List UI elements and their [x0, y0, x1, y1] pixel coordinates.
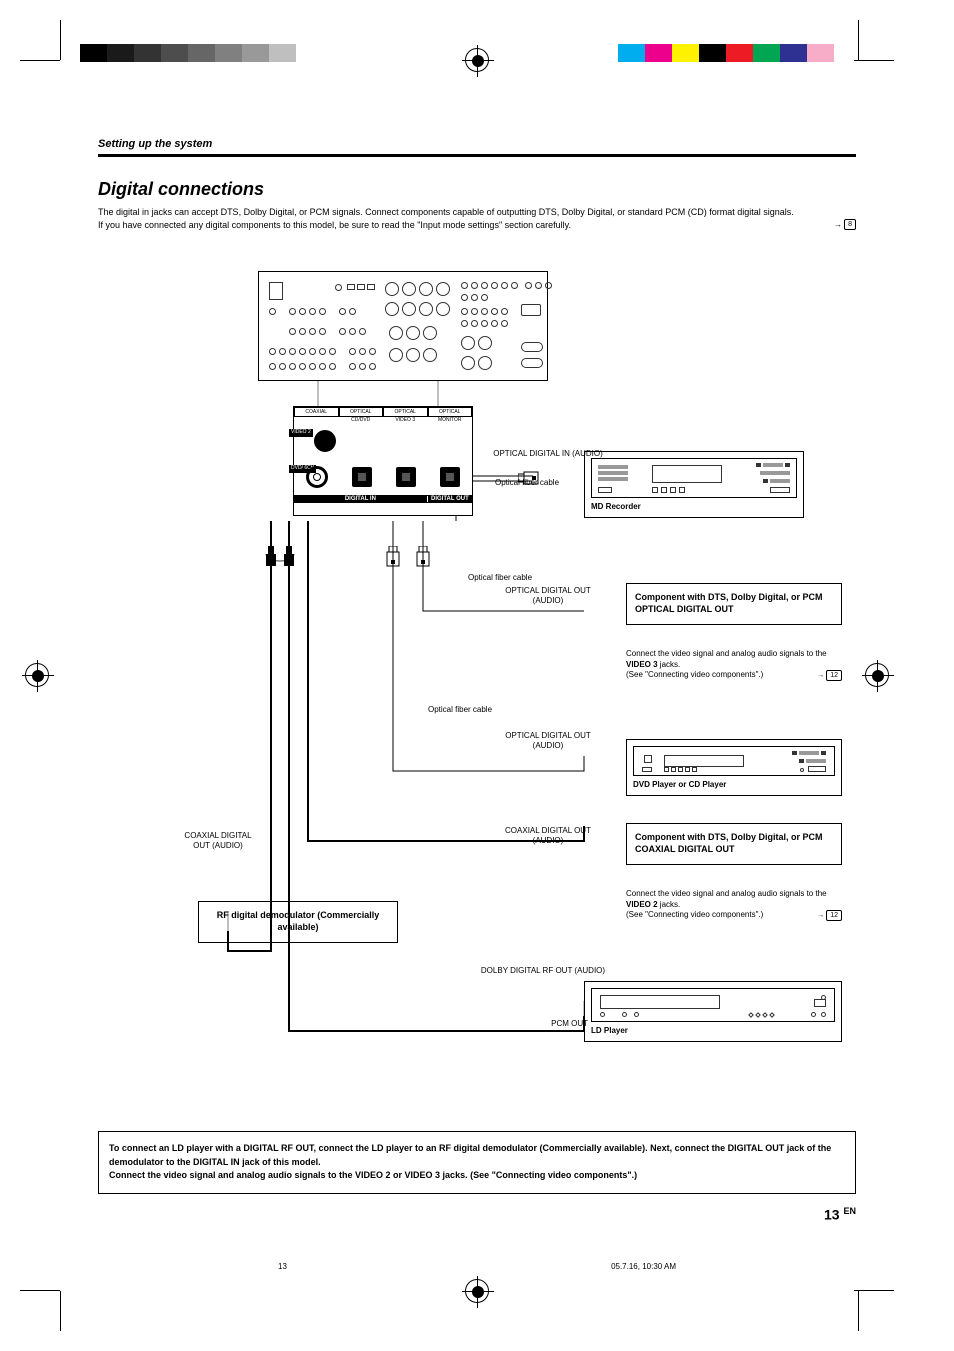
optical-cable-label: Optical fiber cable — [495, 478, 575, 488]
panel-col-label: OPTICAL — [339, 407, 384, 417]
crop-mark — [858, 20, 859, 60]
footer-page: 13 — [278, 1262, 287, 1271]
connection-diagram: COAXIAL OPTICAL OPTICAL OPTICAL CD/DVD V… — [98, 271, 856, 1111]
optical-cable-label: Optical fiber cable — [428, 705, 492, 715]
optical-out-label: OPTICAL DIGITAL OUT (AUDIO) — [493, 586, 603, 605]
coax-jack-icon — [306, 466, 328, 488]
optical-plug-icon — [416, 546, 430, 573]
md-recorder-label: MD Recorder — [591, 502, 797, 511]
md-recorder-device: MD Recorder — [584, 451, 804, 518]
color-bar-cmyk — [618, 44, 834, 62]
optical-plug-icon — [386, 546, 400, 573]
page-reference: →8 — [834, 219, 856, 231]
video3-note: Connect the video signal and analog audi… — [626, 649, 842, 681]
video2-label: VIDEO 2 — [289, 429, 313, 437]
crop-mark — [858, 1291, 859, 1331]
crop-mark — [854, 1290, 894, 1291]
registration-mark-icon — [25, 663, 49, 687]
coax-plug-icon — [264, 546, 278, 571]
optical-out-label: OPTICAL DIGITAL OUT (AUDIO) — [493, 731, 603, 750]
bottom-note-box: To connect an LD player with a DIGITAL R… — [98, 1131, 856, 1194]
digital-panel-zoom: COAXIAL OPTICAL OPTICAL OPTICAL CD/DVD V… — [293, 406, 473, 516]
optical-cable-label: Optical fiber cable — [468, 573, 532, 583]
component-optical-box: Component with DTS, Dolby Digital, or PC… — [626, 583, 842, 624]
optical-jack-icon — [396, 467, 416, 487]
coaxial-out-left-label: COAXIAL DIGITAL OUT (AUDIO) — [178, 831, 258, 850]
page-title: Digital connections — [98, 179, 856, 200]
coax-plug-icon — [282, 546, 296, 571]
panel-col-label: OPTICAL — [383, 407, 428, 417]
dolby-rf-out-label: DOLBY DIGITAL RF OUT (AUDIO) — [478, 966, 608, 976]
crop-mark — [60, 20, 61, 60]
crop-mark — [854, 60, 894, 61]
video2-note: Connect the video signal and analog audi… — [626, 889, 842, 921]
rf-demodulator-box: RF digital demodulator (Commercially ava… — [198, 901, 398, 942]
ld-player-label: LD Player — [591, 1026, 835, 1035]
coax-jack-icon — [314, 430, 336, 452]
footer-info: 13 05.7.16, 10:30 AM — [98, 1262, 856, 1271]
pcm-out-label: PCM OUT — [528, 1019, 588, 1029]
optical-jack-icon — [440, 467, 460, 487]
panel-sub-label: VIDEO 3 — [383, 417, 428, 423]
crop-mark — [20, 1290, 60, 1291]
panel-sub-label: MONITOR — [428, 417, 473, 423]
panel-col-label: OPTICAL — [428, 407, 473, 417]
crop-mark — [20, 60, 60, 61]
registration-mark-icon — [465, 1279, 489, 1303]
ld-player-device: LD Player — [584, 981, 842, 1042]
color-bar-grayscale — [80, 44, 296, 62]
coaxial-out-label: COAXIAL DIGITAL OUT (AUDIO) — [493, 826, 603, 845]
panel-col-label: COAXIAL — [294, 407, 339, 417]
registration-mark-icon — [465, 48, 489, 72]
dvd-player-label: DVD Player or CD Player — [633, 780, 835, 789]
crop-mark — [60, 1291, 61, 1331]
digital-in-label: DIGITAL IN — [294, 496, 427, 502]
receiver-back-panel — [258, 271, 548, 381]
component-coaxial-box: Component with DTS, Dolby Digital, or PC… — [626, 823, 842, 864]
intro-text: If you have connected any digital compon… — [98, 220, 571, 230]
footer-date: 05.7.16, 10:30 AM — [611, 1262, 676, 1271]
panel-sub-label: CD/DVD — [339, 417, 384, 423]
intro-text: The digital in jacks can accept DTS, Dol… — [98, 207, 794, 217]
page-number: 13 EN — [98, 1206, 856, 1223]
digital-out-label: DIGITAL OUT — [427, 496, 472, 502]
registration-mark-icon — [865, 663, 889, 687]
dvd-player-device: DVD Player or CD Player — [626, 739, 842, 796]
section-header: Setting up the system — [98, 138, 856, 157]
optical-jack-icon — [352, 467, 372, 487]
intro-paragraph: The digital in jacks can accept DTS, Dol… — [98, 206, 856, 231]
